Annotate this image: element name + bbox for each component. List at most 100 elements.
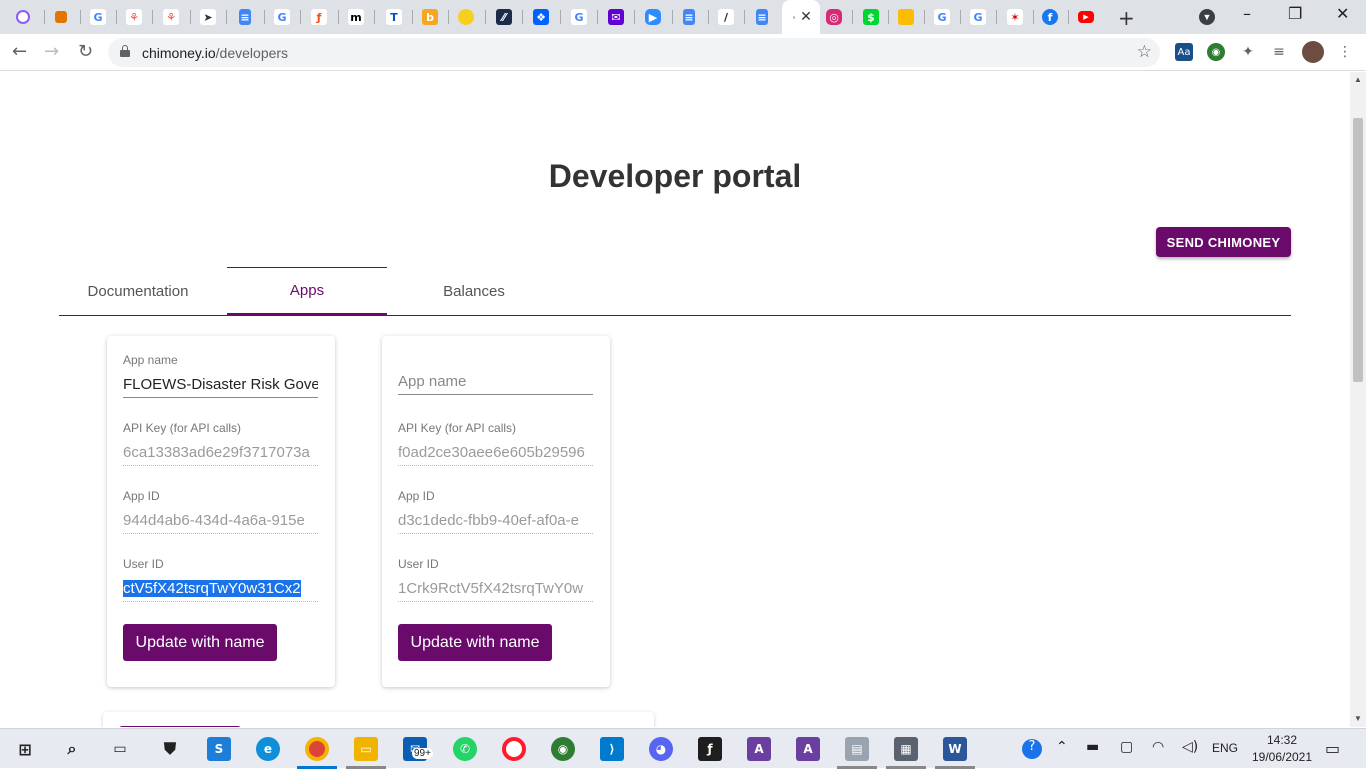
globe-app-icon[interactable]: ◉: [551, 737, 575, 761]
tab-mail[interactable]: ✉: [600, 4, 632, 30]
reload-icon[interactable]: ↻: [78, 41, 93, 62]
battery-icon[interactable]: ▬: [1086, 739, 1099, 755]
tab-google-2[interactable]: G: [266, 4, 298, 30]
meet-now-icon[interactable]: ▢: [1120, 739, 1133, 755]
tab-google-1[interactable]: G: [82, 4, 114, 30]
shield-icon[interactable]: ⛊: [158, 737, 182, 761]
tab-youtube[interactable]: ▶: [1070, 4, 1102, 30]
tab-documentation[interactable]: Documentation: [59, 267, 217, 315]
affinity-icon[interactable]: A: [747, 737, 771, 761]
whatsapp-icon[interactable]: ✆: [453, 737, 477, 761]
discord-icon[interactable]: ◕: [649, 737, 673, 761]
tab-google-5[interactable]: G: [962, 4, 994, 30]
tab-laravel-1[interactable]: ⚘: [118, 4, 150, 30]
scrollbar-thumb[interactable]: [1353, 118, 1363, 382]
close-window-button[interactable]: ✕: [1336, 4, 1349, 23]
tab-instagram[interactable]: ◎: [818, 4, 850, 30]
tab-google-4[interactable]: G: [926, 4, 958, 30]
skype-icon[interactable]: S: [207, 737, 231, 761]
volume-icon[interactable]: ◁): [1182, 739, 1198, 755]
monitor-app-icon[interactable]: ▤: [845, 737, 869, 761]
profile-avatar[interactable]: [1302, 41, 1324, 63]
clock[interactable]: 14:32 19/06/2021: [1250, 732, 1314, 766]
address-bar[interactable]: chimoney.io/developers ☆: [108, 38, 1160, 67]
tab-bubble[interactable]: b: [414, 4, 446, 30]
app-name-field[interactable]: App name FLOEWS-Disaster Risk Governance: [123, 353, 318, 398]
help-icon[interactable]: ?: [1022, 739, 1042, 759]
scroll-up-icon[interactable]: ▲: [1354, 75, 1362, 84]
tab-coin[interactable]: [450, 4, 482, 30]
app-name-field[interactable]: App name: [398, 371, 593, 395]
figma-app-icon[interactable]: ƒ: [698, 737, 722, 761]
user-id-value[interactable]: 1Crk9RctV5fX42tsrqTwY0w: [398, 580, 593, 602]
user-id-field[interactable]: User ID ctV5fX42tsrqTwY0w31Cx2: [123, 557, 318, 602]
tab-ballet[interactable]: ✶: [999, 4, 1031, 30]
scroll-down-icon[interactable]: ▼: [1354, 714, 1362, 723]
task-view-icon[interactable]: ▭: [108, 737, 132, 761]
bookmark-star-icon[interactable]: ☆: [1137, 42, 1152, 62]
app-id-field[interactable]: App ID d3c1dedc-fbb9-40ef-af0a-e: [398, 489, 593, 534]
user-id-value-selected[interactable]: ctV5fX42tsrqTwY0w31Cx2: [123, 580, 318, 602]
tab-figma[interactable]: ƒ: [303, 4, 335, 30]
windows-start-icon[interactable]: ⊞: [13, 737, 37, 761]
restore-button[interactable]: ❐: [1288, 4, 1302, 23]
extensions-puzzle-icon[interactable]: ✦: [1239, 43, 1257, 61]
chevron-up-icon[interactable]: ⌃: [1056, 739, 1068, 755]
dictionary-extension-icon[interactable]: Aa: [1175, 43, 1193, 61]
tab-keep[interactable]: [890, 4, 922, 30]
tab-apps[interactable]: Apps: [227, 267, 387, 316]
tab-cashapp[interactable]: $: [855, 4, 887, 30]
forward-icon[interactable]: →: [44, 41, 59, 62]
send-chimoney-button[interactable]: SEND CHIMONEY: [1156, 227, 1291, 257]
tab-docs-2[interactable]: ≡: [673, 4, 705, 30]
tab-pen[interactable]: /: [710, 4, 742, 30]
vscode-icon[interactable]: ⟩: [600, 737, 624, 761]
api-key-field[interactable]: API Key (for API calls) 6ca13383ad6e29f3…: [123, 421, 318, 466]
api-key-value[interactable]: 6ca13383ad6e29f3717073a: [123, 444, 318, 466]
update-with-name-button[interactable]: Update with name: [398, 624, 552, 661]
tab-calendar[interactable]: [45, 4, 77, 30]
back-icon[interactable]: ←: [12, 41, 27, 62]
tab-search-icon[interactable]: ▼: [1199, 9, 1215, 25]
user-id-field[interactable]: User ID 1Crk9RctV5fX42tsrqTwY0w: [398, 557, 593, 602]
menu-kebab-icon[interactable]: ⋮: [1336, 43, 1354, 61]
tab-facebook[interactable]: f: [1034, 4, 1066, 30]
tab-active-chimoney[interactable]: · ✕: [782, 0, 820, 34]
tab-wave[interactable]: ⁄⁄: [488, 4, 520, 30]
app-id-field[interactable]: App ID 944d4ab6-434d-4a6a-915e: [123, 489, 318, 534]
update-with-name-button[interactable]: Update with name: [123, 624, 277, 661]
app-id-value[interactable]: d3c1dedc-fbb9-40ef-af0a-e: [398, 512, 593, 534]
tab-send[interactable]: ➤: [192, 4, 224, 30]
minimize-button[interactable]: –: [1243, 4, 1251, 23]
api-key-value[interactable]: f0ad2ce30aee6e605b29596: [398, 444, 593, 466]
tab-dropbox[interactable]: ❖: [525, 4, 557, 30]
affinity-designer-icon[interactable]: A: [796, 737, 820, 761]
partial-button[interactable]: [119, 726, 241, 727]
tab-chimoney[interactable]: [7, 4, 39, 30]
language-indicator[interactable]: ENG: [1212, 741, 1238, 755]
notifications-icon[interactable]: ▭: [1325, 739, 1340, 758]
tab-google-3[interactable]: G: [563, 4, 595, 30]
tab-docs-3[interactable]: ≡: [746, 4, 778, 30]
app-name-input-placeholder[interactable]: App name: [398, 371, 593, 395]
chrome-icon[interactable]: [305, 737, 329, 761]
tab-zoom[interactable]: ▶: [637, 4, 669, 30]
new-tab-button[interactable]: +: [1118, 6, 1135, 30]
edge-icon[interactable]: e: [256, 737, 280, 761]
close-tab-icon[interactable]: ✕: [800, 9, 812, 25]
search-icon[interactable]: ⌕: [60, 737, 84, 761]
tab-medium[interactable]: m: [340, 4, 372, 30]
word-icon[interactable]: W: [943, 737, 967, 761]
tab-docs-1[interactable]: ≡: [229, 4, 261, 30]
wifi-icon[interactable]: ◠: [1152, 739, 1164, 755]
page-scrollbar[interactable]: ▲ ▼: [1350, 72, 1366, 727]
calculator-icon[interactable]: ▦: [894, 737, 918, 761]
tab-trello[interactable]: T: [378, 4, 410, 30]
file-explorer-icon[interactable]: ▭: [354, 737, 378, 761]
app-name-input[interactable]: FLOEWS-Disaster Risk Governance: [123, 376, 318, 398]
media-control-icon[interactable]: ≡: [1270, 43, 1288, 61]
tab-balances[interactable]: Balances: [395, 267, 553, 315]
globe-extension-icon[interactable]: ◉: [1207, 43, 1225, 61]
opera-icon[interactable]: [502, 737, 526, 761]
app-id-value[interactable]: 944d4ab6-434d-4a6a-915e: [123, 512, 318, 534]
